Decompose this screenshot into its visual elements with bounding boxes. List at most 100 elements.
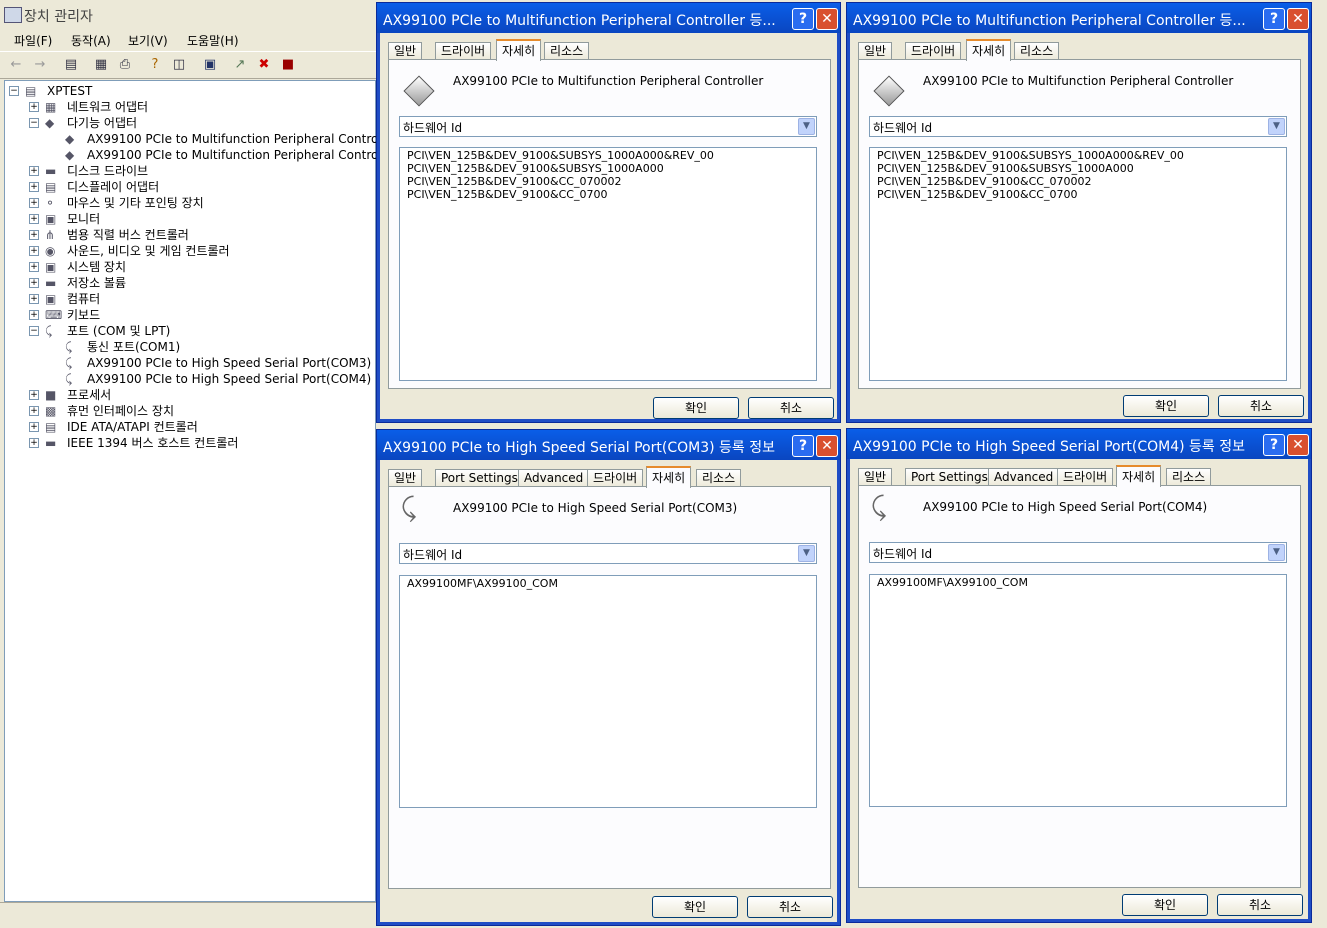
tree-node[interactable]: + ▬ IEEE 1394 버스 호스트 컨트롤러 (5, 435, 371, 451)
tab-advanced[interactable]: Advanced (518, 469, 590, 487)
expand-icon[interactable]: + (29, 198, 39, 208)
value-list[interactable]: AX99100MF\AX99100_COM (869, 574, 1287, 807)
property-select[interactable]: 하드웨어 Id ▼ (399, 116, 817, 137)
properties-icon[interactable]: ▦ (93, 57, 109, 73)
tree-node[interactable]: + ⋔ 범용 직렬 버스 컨트롤러 (5, 227, 371, 243)
ok-button[interactable]: 확인 (1123, 395, 1209, 417)
expand-icon[interactable]: + (29, 294, 39, 304)
show-hide-tree-icon[interactable]: ▤ (63, 57, 79, 73)
help-button[interactable]: ? (792, 435, 814, 457)
tab-port-settings[interactable]: Port Settings (905, 468, 994, 486)
print-icon[interactable]: ⎙ (117, 57, 133, 73)
expand-icon[interactable]: + (29, 182, 39, 192)
value-list[interactable]: PCI\VEN_125B&DEV_9100&SUBSYS_1000A000&RE… (869, 147, 1287, 381)
chevron-down-icon[interactable]: ▼ (1268, 118, 1285, 135)
expand-icon[interactable]: + (29, 246, 39, 256)
tab-resources[interactable]: 리소스 (696, 469, 742, 487)
collapse-icon[interactable]: − (9, 86, 19, 96)
tree-node[interactable]: ⤹ 통신 포트(COM1) (5, 339, 371, 355)
list-item[interactable]: PCI\VEN_125B&DEV_9100&SUBSYS_1000A000 (407, 162, 823, 175)
list-item[interactable]: PCI\VEN_125B&DEV_9100&SUBSYS_1000A000&RE… (877, 149, 1293, 162)
expand-icon[interactable]: + (29, 422, 39, 432)
tab-driver[interactable]: 드라이버 (435, 42, 492, 60)
tree-node[interactable]: + ▣ 컴퓨터 (5, 291, 371, 307)
tab-driver[interactable]: 드라이버 (1057, 468, 1114, 486)
list-item[interactable]: PCI\VEN_125B&DEV_9100&CC_0700 (407, 188, 823, 201)
tab-details[interactable]: 자세히 (646, 466, 692, 488)
tab-details[interactable]: 자세히 (1116, 465, 1162, 487)
collapse-icon[interactable]: − (29, 118, 39, 128)
tree-node[interactable]: + ⌨ 키보드 (5, 307, 371, 323)
list-item[interactable]: AX99100MF\AX99100_COM (407, 577, 823, 590)
tree-node[interactable]: − ◆ 다기능 어댑터 (5, 115, 371, 131)
expand-icon[interactable]: + (29, 278, 39, 288)
tree-node[interactable]: − ⤹ 포트 (COM 및 LPT) (5, 323, 371, 339)
list-item[interactable]: PCI\VEN_125B&DEV_9100&SUBSYS_1000A000 (877, 162, 1293, 175)
property-select[interactable]: 하드웨어 Id ▼ (869, 542, 1287, 563)
menu-help[interactable]: 도움말(H) (187, 32, 239, 49)
value-list[interactable]: PCI\VEN_125B&DEV_9100&SUBSYS_1000A000&RE… (399, 147, 817, 381)
cancel-button[interactable]: 취소 (748, 397, 834, 419)
tree-node[interactable]: ⤹ AX99100 PCIe to High Speed Serial Port(… (5, 355, 371, 371)
value-list[interactable]: AX99100MF\AX99100_COM (399, 575, 817, 808)
tree-node[interactable]: + ◉ 사운드, 비디오 및 게임 컨트롤러 (5, 243, 371, 259)
tree-node[interactable]: + ▬ 디스크 드라이브 (5, 163, 371, 179)
tree-node[interactable]: + ▬ 저장소 볼륨 (5, 275, 371, 291)
disable-icon[interactable]: ■ (280, 57, 296, 73)
list-item[interactable]: PCI\VEN_125B&DEV_9100&CC_070002 (407, 175, 823, 188)
chevron-down-icon[interactable]: ▼ (798, 545, 815, 562)
tree-node[interactable]: + ▤ IDE ATA/ATAPI 컨트롤러 (5, 419, 371, 435)
back-icon[interactable]: ← (8, 57, 24, 73)
help-button[interactable]: ? (1263, 8, 1285, 30)
chevron-down-icon[interactable]: ▼ (798, 118, 815, 135)
expand-icon[interactable]: + (29, 230, 39, 240)
scan-hardware-icon[interactable]: ▣ (202, 57, 218, 73)
list-item[interactable]: PCI\VEN_125B&DEV_9100&SUBSYS_1000A000&RE… (407, 149, 823, 162)
close-button[interactable]: ✕ (816, 435, 838, 457)
menu-action[interactable]: 동작(A) (71, 32, 111, 49)
tab-general[interactable]: 일반 (388, 42, 423, 60)
expand-icon[interactable]: + (29, 262, 39, 272)
tree-node[interactable]: ◆ AX99100 PCIe to Multifunction Periphera… (5, 131, 397, 147)
tree-node[interactable]: + ▩ 휴먼 인터페이스 장치 (5, 403, 371, 419)
uninstall-icon[interactable]: ✖ (256, 57, 272, 73)
tab-driver[interactable]: 드라이버 (905, 42, 962, 60)
cancel-button[interactable]: 취소 (1217, 894, 1303, 916)
view-icon[interactable]: ◫ (171, 57, 187, 73)
list-item[interactable]: PCI\VEN_125B&DEV_9100&CC_0700 (877, 188, 1293, 201)
cancel-button[interactable]: 취소 (747, 896, 833, 918)
expand-icon[interactable]: + (29, 438, 39, 448)
tab-resources[interactable]: 리소스 (1014, 42, 1060, 60)
device-tree[interactable]: − ▤ XPTEST + ▦ 네트워크 어댑터 − ◆ 다기능 어댑터 ◆ AX99100 PCIe… (4, 80, 397, 902)
tab-details[interactable]: 자세히 (496, 39, 542, 61)
tab-details[interactable]: 자세히 (966, 39, 1012, 61)
help-icon[interactable]: ? (147, 57, 163, 73)
tab-advanced[interactable]: Advanced (988, 468, 1060, 486)
expand-icon[interactable]: + (29, 102, 39, 112)
close-button[interactable]: ✕ (816, 8, 838, 30)
tree-node[interactable]: − ▤ XPTEST (5, 83, 371, 99)
tab-resources[interactable]: 리소스 (1166, 468, 1212, 486)
help-button[interactable]: ? (1263, 434, 1285, 456)
property-select[interactable]: 하드웨어 Id ▼ (869, 116, 1287, 137)
tab-driver[interactable]: 드라이버 (587, 469, 644, 487)
ok-button[interactable]: 확인 (653, 397, 739, 419)
expand-icon[interactable]: + (29, 390, 39, 400)
update-driver-icon[interactable]: ↗ (232, 57, 248, 73)
tree-node[interactable]: + ▣ 모니터 (5, 211, 371, 227)
ok-button[interactable]: 확인 (1122, 894, 1208, 916)
property-select[interactable]: 하드웨어 Id ▼ (399, 543, 817, 564)
tab-port-settings[interactable]: Port Settings (435, 469, 524, 487)
tree-node[interactable]: + ▤ 디스플레이 어댑터 (5, 179, 371, 195)
tree-node[interactable]: + ⚬ 마우스 및 기타 포인팅 장치 (5, 195, 371, 211)
close-button[interactable]: ✕ (1287, 434, 1309, 456)
tree-node[interactable]: + ▣ 시스템 장치 (5, 259, 371, 275)
tab-general[interactable]: 일반 (858, 468, 893, 486)
ok-button[interactable]: 확인 (652, 896, 738, 918)
expand-icon[interactable]: + (29, 166, 39, 176)
tree-node[interactable]: ⤹ AX99100 PCIe to High Speed Serial Port(… (5, 371, 371, 387)
tree-node[interactable]: ◆ AX99100 PCIe to Multifunction Periphera… (5, 147, 397, 163)
menu-file[interactable]: 파일(F) (14, 32, 52, 49)
cancel-button[interactable]: 취소 (1218, 395, 1304, 417)
tab-general[interactable]: 일반 (388, 469, 423, 487)
